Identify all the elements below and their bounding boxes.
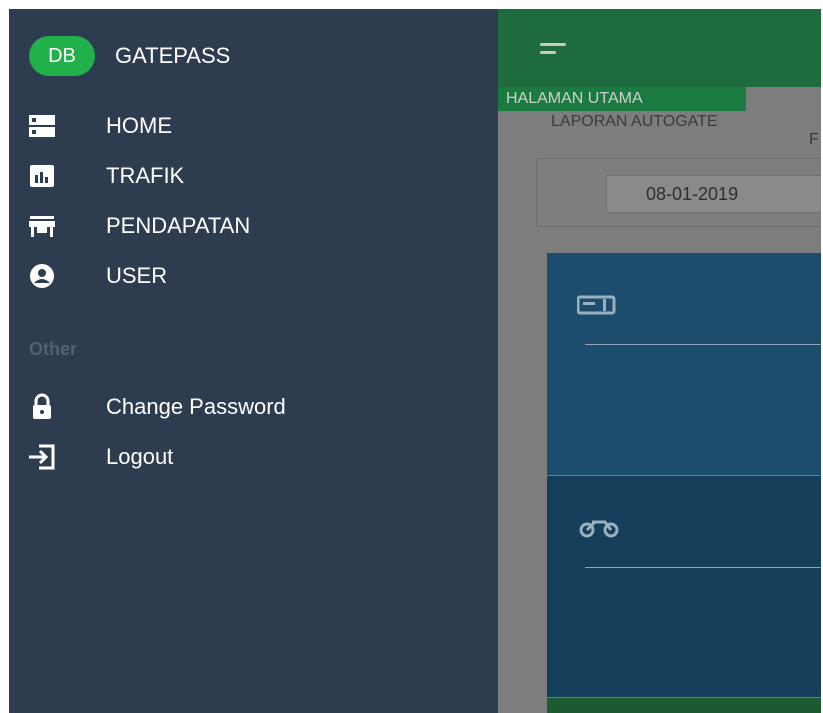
brand: DB GATEPASS: [29, 36, 230, 76]
summary-card-partial: [547, 697, 821, 713]
bar-chart-icon: [27, 161, 57, 191]
sidebar-item-trafik[interactable]: TRAFIK: [27, 159, 184, 193]
sidebar-item-label: Logout: [106, 444, 174, 469]
sidebar-item-label: USER: [106, 263, 168, 288]
date-field[interactable]: [606, 175, 821, 213]
main-content: HALAMAN UTAMA LAPORAN AUTOGATE F: [498, 9, 821, 713]
divider: [585, 344, 821, 345]
sidebar-item-label: TRAFIK: [106, 163, 185, 188]
sidebar-item-home[interactable]: HOME: [27, 109, 172, 143]
server-icon: [27, 111, 57, 141]
account-circle-icon: [27, 261, 57, 291]
sidebar-item-logout[interactable]: Logout: [27, 440, 173, 474]
summary-card-motorcycle: [547, 475, 821, 697]
avatar: DB: [29, 36, 95, 76]
section-label-other: Other: [29, 339, 78, 359]
breadcrumb: HALAMAN UTAMA: [498, 87, 746, 111]
app-frame: HALAMAN UTAMA LAPORAN AUTOGATE F 08-01-2…: [9, 9, 821, 713]
brand-name: GATEPASS: [115, 43, 231, 68]
logout-icon: [27, 442, 57, 472]
motorcycle-icon: [577, 514, 623, 549]
card-payment-icon: [576, 291, 617, 326]
top-bar: [498, 9, 821, 87]
sidebar-item-label: HOME: [106, 113, 172, 138]
lock-icon: [27, 392, 57, 422]
summary-card-payment: [547, 253, 821, 475]
store-icon: [27, 211, 57, 241]
report-title-line1: LAPORAN AUTOGATE: [551, 113, 718, 130]
report-title-line2: F: [809, 131, 819, 148]
sidebar-item-pendapatan[interactable]: PENDAPATAN: [27, 209, 250, 243]
sidebar: DB GATEPASS HOME TRAFIK PENDAPATAN USER …: [9, 9, 498, 713]
menu-toggle-icon[interactable]: [540, 43, 574, 57]
sidebar-item-label: PENDAPATAN: [106, 213, 251, 238]
sidebar-item-change-password[interactable]: Change Password: [27, 390, 286, 424]
sidebar-item-label: Change Password: [106, 394, 286, 419]
divider: [585, 567, 821, 568]
sidebar-item-user[interactable]: USER: [27, 259, 167, 293]
